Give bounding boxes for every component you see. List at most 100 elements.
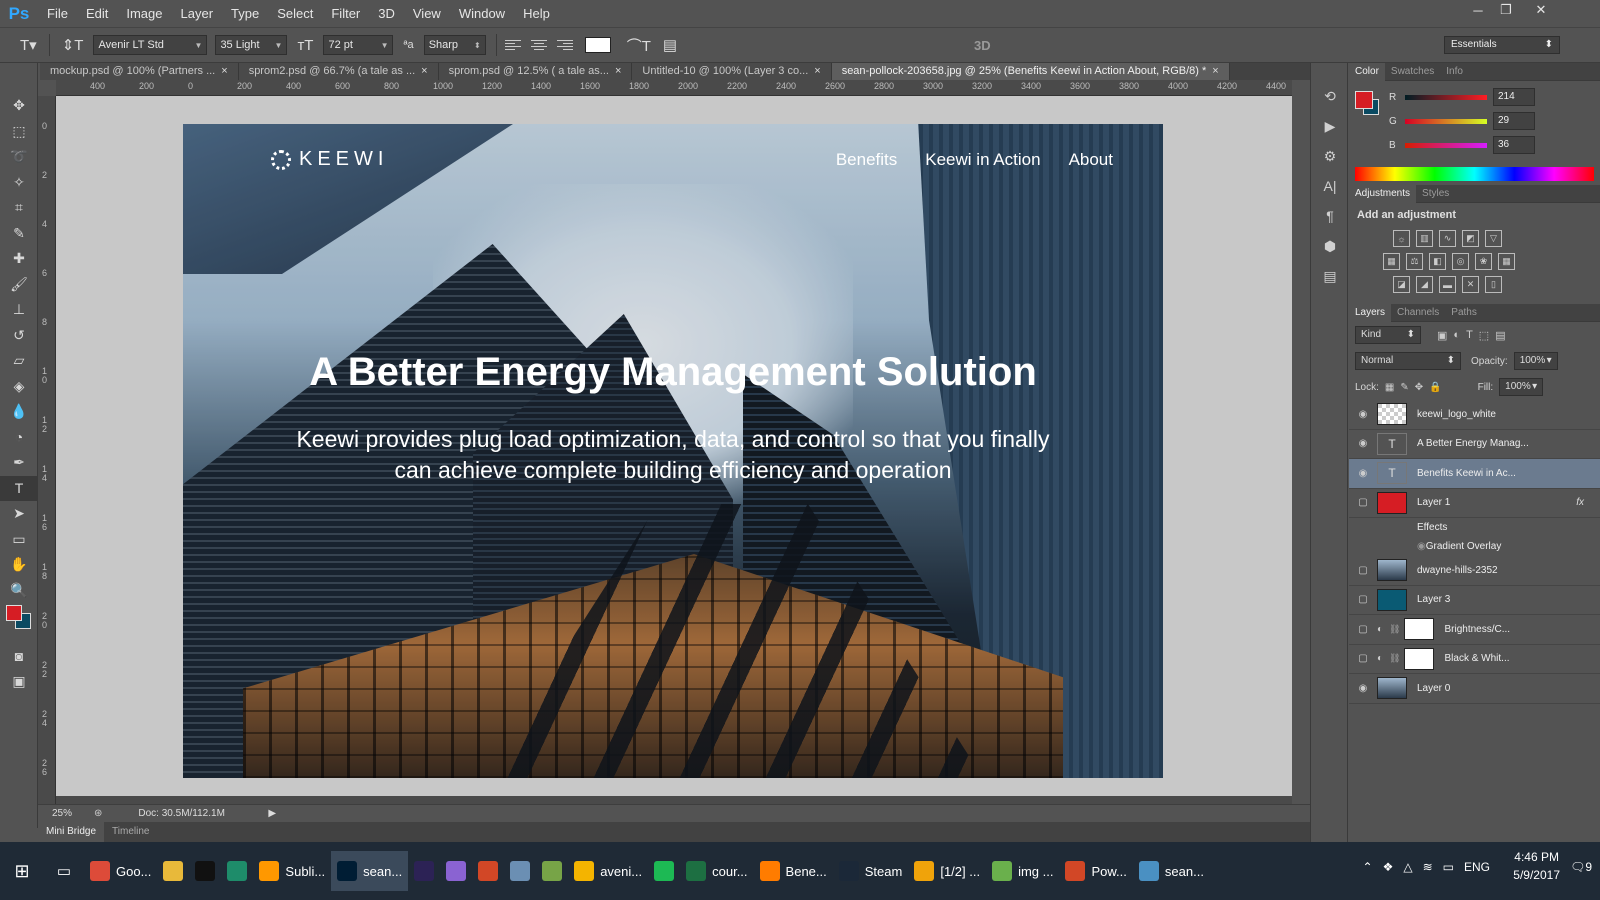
notifications-button[interactable]: 🗨9 [1570, 860, 1592, 874]
tab-info[interactable]: Info [1440, 63, 1469, 81]
visibility-off-icon[interactable]: ▢ [1349, 653, 1377, 664]
type-tool-icon[interactable]: T▾ [14, 36, 43, 54]
align-center-button[interactable] [529, 36, 549, 54]
taskbar-app[interactable] [504, 851, 536, 891]
menu-image[interactable]: Image [117, 0, 171, 27]
eyedropper-tool-icon[interactable]: ✎ [0, 221, 38, 247]
channel-value-input[interactable]: 36 [1493, 136, 1535, 154]
layer-row[interactable]: ▢ dwayne-hills-2352 [1349, 556, 1600, 586]
layer-kind-filter[interactable]: Kind ⬍ [1355, 326, 1421, 344]
eye-icon[interactable]: ◉ [1349, 438, 1377, 449]
tab-color[interactable]: Color [1349, 62, 1385, 81]
layer-row[interactable]: ◉ keewi_logo_white [1349, 400, 1600, 430]
threshold-icon[interactable]: ▬ [1439, 276, 1456, 293]
filter-adjustment-icon[interactable]: ◐ [1453, 329, 1460, 341]
close-tab-icon[interactable]: × [615, 65, 621, 77]
eraser-tool-icon[interactable]: ▱ [0, 348, 38, 374]
crop-tool-icon[interactable]: ⌗ [0, 195, 38, 221]
tab-styles[interactable]: Styles [1416, 185, 1455, 203]
layer-row[interactable]: ▢ Layer 1 fx [1349, 489, 1600, 518]
taskbar-app[interactable]: Subli... [253, 851, 331, 891]
magic-wand-tool-icon[interactable]: ✧ [0, 170, 38, 196]
selective-color-icon[interactable]: ✕ [1462, 276, 1479, 293]
menu-window[interactable]: Window [450, 0, 514, 27]
character-panel-icon[interactable]: ▤ [657, 36, 683, 54]
taskbar-app[interactable]: aveni... [568, 851, 648, 891]
eye-icon[interactable]: ◉ [1349, 468, 1377, 479]
path-selection-tool-icon[interactable]: ➤ [0, 501, 38, 527]
healing-brush-tool-icon[interactable]: ✚ [0, 246, 38, 272]
screen-mode-icon[interactable]: ▣ [0, 669, 38, 695]
layer-row[interactable]: ◉ T Benefits Keewi in Ac... [1349, 459, 1600, 489]
start-button[interactable]: ⊞ [0, 851, 44, 891]
taskbar-app[interactable]: Pow... [1059, 851, 1132, 891]
clock[interactable]: 4:46 PM 5/9/2017 [1513, 848, 1560, 884]
horizontal-scrollbar[interactable] [56, 796, 1292, 804]
taskbar-app[interactable] [472, 851, 504, 891]
menu-type[interactable]: Type [222, 0, 268, 27]
foreground-color-swatch[interactable] [6, 605, 22, 621]
canvas-workspace[interactable]: KEEWI Benefits Keewi in Action About A B… [56, 96, 1292, 804]
3d-panel-icon[interactable]: ⬢ [1311, 231, 1349, 261]
move-tool-icon[interactable]: ✥ [0, 93, 38, 119]
layer-row[interactable]: ◉ Layer 0 [1349, 674, 1600, 704]
effects-label[interactable]: Effects [1349, 518, 1600, 537]
color-lookup-icon[interactable]: ▦ [1498, 253, 1515, 270]
channel-slider[interactable] [1405, 142, 1487, 148]
align-right-button[interactable] [553, 36, 573, 54]
layer-row[interactable]: ▢ ◐ ⛓ Black & Whit... [1349, 645, 1600, 674]
opacity-input[interactable]: 100% ▾ [1513, 352, 1558, 370]
vibrance-icon[interactable]: ▽ [1485, 230, 1502, 247]
layer-row[interactable]: ▢ Layer 3 [1349, 586, 1600, 615]
zoom-tool-icon[interactable]: 🔍 [0, 578, 38, 604]
menu-file[interactable]: File [38, 0, 77, 27]
color-swatches[interactable] [0, 603, 37, 643]
taskbar-app[interactable]: sean... [1133, 851, 1210, 891]
close-tab-icon[interactable]: × [421, 65, 427, 77]
menu-layer[interactable]: Layer [172, 0, 223, 27]
eye-icon[interactable]: ◉ [1417, 541, 1426, 552]
filter-type-icon[interactable]: T [1466, 329, 1473, 341]
actions-panel-icon[interactable]: ▶ [1311, 111, 1349, 141]
invert-icon[interactable]: ◪ [1393, 276, 1410, 293]
tab-layers[interactable]: Layers [1349, 303, 1392, 322]
channel-value-input[interactable]: 29 [1493, 112, 1535, 130]
lock-position-icon[interactable]: ✥ [1415, 382, 1423, 393]
curves-icon[interactable]: ∿ [1439, 230, 1456, 247]
close-button[interactable]: ✕ [1525, 0, 1557, 20]
taskbar-app[interactable] [648, 851, 680, 891]
channel-value-input[interactable]: 214 [1493, 88, 1535, 106]
document-tab[interactable]: mockup.psd @ 100% (Partners ... × [40, 63, 239, 80]
menu-help[interactable]: Help [514, 0, 559, 27]
color-balance-icon[interactable]: ⚖ [1406, 253, 1423, 270]
eye-icon[interactable]: ◉ [1349, 409, 1377, 420]
tab-adjustments[interactable]: Adjustments [1349, 184, 1417, 203]
document-tab[interactable]: sprom.psd @ 12.5% ( a tale as... × [438, 63, 633, 80]
gradient-map-icon[interactable]: ▯ [1485, 276, 1502, 293]
channel-slider[interactable] [1405, 118, 1487, 124]
eye-icon[interactable]: ◉ [1349, 683, 1377, 694]
language-indicator[interactable]: ENG [1464, 860, 1490, 874]
taskbar-app[interactable] [157, 851, 189, 891]
taskbar-app[interactable] [189, 851, 221, 891]
quick-mask-icon[interactable]: ◙ [0, 643, 38, 669]
tray-chevron-icon[interactable]: ⌃ [1363, 860, 1373, 874]
tab-timeline[interactable]: Timeline [104, 822, 157, 842]
font-family-select[interactable]: Avenir LT Std ▼ [93, 35, 208, 55]
close-tab-icon[interactable]: × [814, 65, 820, 77]
channel-slider[interactable] [1405, 94, 1487, 100]
exposure-icon[interactable]: ◩ [1462, 230, 1479, 247]
zoom-level[interactable]: 25% [38, 808, 80, 819]
tray-battery-icon[interactable]: ▭ [1443, 860, 1454, 874]
color-spectrum[interactable] [1355, 167, 1594, 181]
effect-gradient-overlay[interactable]: ◉ Gradient Overlay [1349, 537, 1600, 556]
close-tab-icon[interactable]: × [1212, 65, 1218, 77]
lock-all-icon[interactable]: 🔒 [1429, 382, 1441, 393]
taskbar-app[interactable]: sean... [331, 851, 409, 891]
dodge-tool-icon[interactable]: ◔ [0, 425, 38, 451]
visibility-off-icon[interactable]: ▢ [1349, 594, 1377, 605]
lock-image-icon[interactable]: ✎ [1400, 382, 1408, 393]
history-brush-tool-icon[interactable]: ↺ [0, 323, 38, 349]
blend-mode-select[interactable]: Normal ⬍ [1355, 352, 1461, 370]
taskbar-app[interactable]: [1/2] ... [908, 851, 986, 891]
